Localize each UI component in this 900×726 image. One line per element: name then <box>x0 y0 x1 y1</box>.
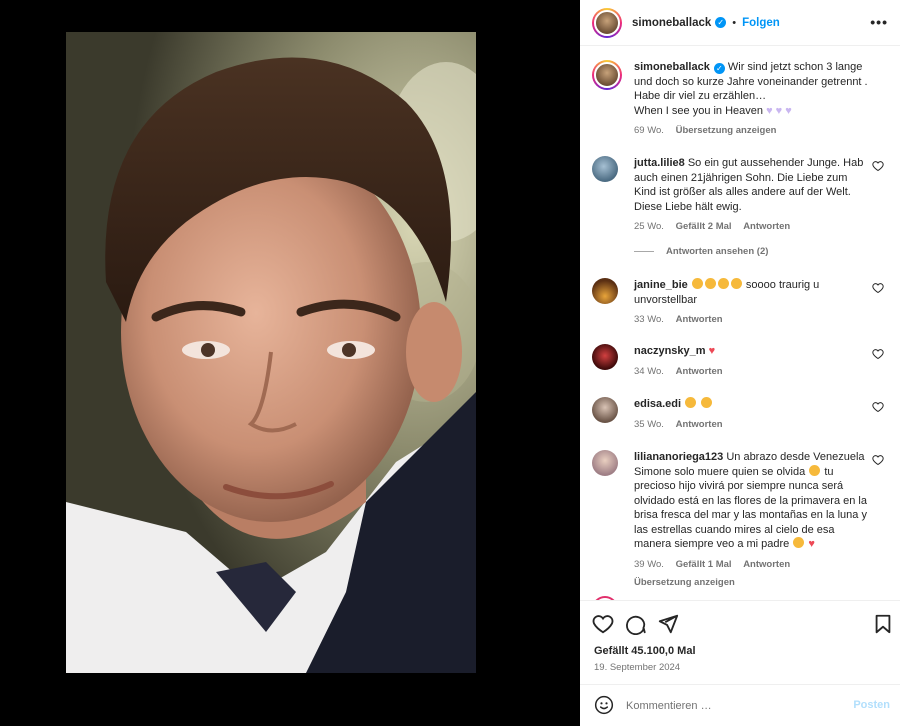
replies-line <box>634 251 654 252</box>
likes-count[interactable]: Gefällt 45.100,0 Mal <box>594 645 696 657</box>
verified-icon: ✓ <box>715 17 727 28</box>
emoji-icon <box>684 397 713 410</box>
post-side-panel: simoneballack ✓ • Folgen ••• simoneballa… <box>580 0 900 726</box>
comment-avatar[interactable] <box>592 278 618 304</box>
translate-link[interactable]: Übersetzung anzeigen <box>676 125 777 136</box>
like-heart-icon[interactable] <box>592 613 614 635</box>
red-heart-icon: ♥ <box>708 345 716 357</box>
post-actions: Gefällt 45.100,0 Mal 19. September 2024 <box>580 600 900 684</box>
crying-emoji-icon <box>691 278 743 291</box>
comment-time[interactable]: 35 Wo. <box>634 419 664 430</box>
reply-button[interactable]: Antworten <box>676 366 723 377</box>
view-replies[interactable]: Antworten ansehen (2) <box>634 246 768 257</box>
reply-button[interactable]: Antworten <box>676 419 723 430</box>
like-heart-icon[interactable] <box>872 401 884 413</box>
like-heart-icon[interactable] <box>872 282 884 294</box>
lilac-heart-icon: ♥ ♥ ♥ <box>766 104 792 117</box>
reply-button[interactable]: Antworten <box>743 221 790 232</box>
reply-button[interactable]: Antworten <box>676 314 723 325</box>
comment-avatar[interactable] <box>592 397 618 423</box>
comment-username[interactable]: lilianan­oriega123 <box>634 451 723 463</box>
post-header: simoneballack ✓ • Folgen ••• <box>580 0 900 46</box>
reply-button[interactable]: Antworten <box>743 559 790 570</box>
comment-likes[interactable]: Gefällt 1 Mal <box>676 559 732 570</box>
comment-avatar[interactable] <box>592 450 618 476</box>
portrait-image <box>66 32 476 673</box>
comment-time[interactable]: 25 Wo. <box>634 221 664 232</box>
comment-time[interactable]: 34 Wo. <box>634 366 664 377</box>
like-heart-icon[interactable] <box>872 348 884 360</box>
comment-text-2: tu precioso hijo vivirá por siempre nunc… <box>634 465 867 551</box>
verified-icon: ✓ <box>713 63 725 74</box>
comment-username[interactable]: janine_bie <box>634 279 688 291</box>
share-icon[interactable] <box>657 613 679 635</box>
follow-button[interactable]: Folgen <box>742 17 780 29</box>
comment-username[interactable]: jutta.lilie8 <box>634 157 685 169</box>
post-button[interactable]: Posten <box>853 699 890 711</box>
like-heart-icon[interactable] <box>872 160 884 172</box>
instagram-post-modal: simoneballack ✓ • Folgen ••• simoneballa… <box>0 0 900 726</box>
red-heart-icon: ♥ <box>808 538 815 550</box>
comment-icon[interactable] <box>625 613 647 635</box>
comment-username[interactable]: naczynsky_m <box>634 345 706 357</box>
bookmark-icon[interactable] <box>872 613 894 635</box>
post-photo[interactable] <box>66 32 476 673</box>
post-date[interactable]: 19. September 2024 <box>594 662 680 673</box>
caption-username[interactable]: simoneballack <box>634 61 710 73</box>
media-area <box>0 0 580 726</box>
comment-composer: Posten <box>580 684 900 726</box>
comment-likes[interactable]: Gefällt 2 Mal <box>676 221 732 232</box>
caption-text-2: When I see you in Heaven <box>634 104 764 117</box>
emoji-picker-icon[interactable] <box>594 695 614 715</box>
author-username[interactable]: simoneballack <box>632 17 711 29</box>
caption-avatar[interactable] <box>592 60 622 90</box>
more-options-icon[interactable]: ••• <box>870 14 888 30</box>
translate-link[interactable]: Übersetzung anzeigen <box>634 577 735 588</box>
like-heart-icon[interactable] <box>872 454 884 466</box>
caption-time[interactable]: 69 Wo. <box>634 125 664 136</box>
separator-dot: • <box>732 16 737 29</box>
praying-hands-icon <box>808 464 821 478</box>
comments-list[interactable]: simoneballack ✓ Wir sind jetzt schon 3 la… <box>580 46 900 600</box>
comment-avatar[interactable] <box>592 156 618 182</box>
comment-time[interactable]: 39 Wo. <box>634 559 664 570</box>
comment-time[interactable]: 33 Wo. <box>634 314 664 325</box>
author-avatar[interactable] <box>592 7 622 38</box>
comment-username[interactable]: edisa.edi <box>634 398 681 410</box>
praying-hands-icon <box>792 537 805 550</box>
comment-avatar[interactable] <box>592 344 618 370</box>
view-replies-label[interactable]: Antworten ansehen (2) <box>666 246 768 257</box>
comment-input[interactable] <box>626 696 836 716</box>
